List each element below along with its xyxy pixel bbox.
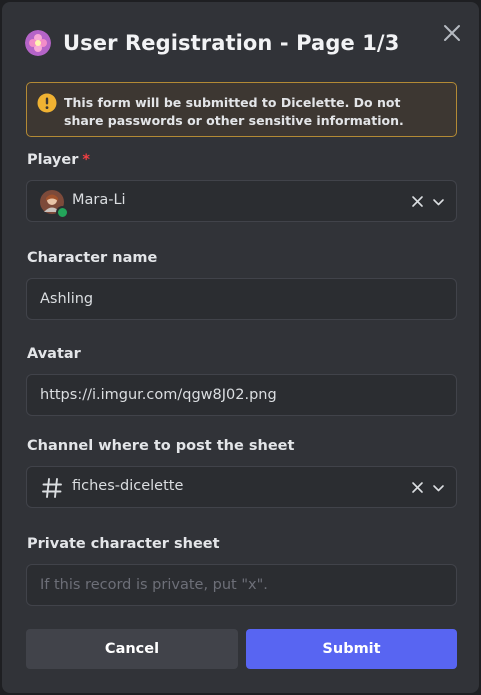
online-status-dot [56, 206, 69, 219]
private-sheet-label: Private character sheet [27, 536, 220, 552]
avatar-url-input[interactable] [27, 375, 456, 415]
private-sheet-field[interactable] [26, 564, 457, 606]
player-select[interactable]: Mara-Li [26, 180, 457, 222]
channel-value: fiches-dicelette [72, 478, 184, 494]
modal-header: User Registration - Page 1/3 [25, 30, 399, 56]
player-label: Player * [27, 152, 90, 168]
character-name-label: Character name [27, 250, 158, 266]
channel-label: Channel where to post the sheet [27, 438, 295, 454]
warning-icon [37, 93, 57, 113]
required-marker: * [82, 152, 90, 168]
warning-banner: This form will be submitted to Dicelette… [26, 82, 457, 137]
submit-button[interactable]: Submit [246, 629, 457, 669]
private-sheet-input[interactable] [27, 565, 456, 605]
hash-icon [42, 478, 62, 498]
flower-app-icon [25, 30, 51, 56]
channel-select[interactable]: fiches-dicelette [26, 466, 457, 508]
player-value: Mara-Li [72, 192, 126, 208]
modal-title: User Registration - Page 1/3 [63, 31, 400, 55]
player-label-text: Player [27, 152, 79, 168]
character-name-field[interactable] [26, 278, 457, 320]
chevron-down-icon[interactable] [432, 482, 445, 494]
cancel-button[interactable]: Cancel [26, 629, 238, 669]
registration-modal: User Registration - Page 1/3 This form w… [2, 2, 479, 693]
close-icon[interactable] [440, 21, 464, 45]
avatar-field[interactable] [26, 374, 457, 416]
clear-selection-icon[interactable] [411, 481, 424, 494]
character-name-input[interactable] [27, 279, 456, 319]
clear-selection-icon[interactable] [411, 195, 424, 208]
avatar-label: Avatar [27, 346, 81, 362]
chevron-down-icon[interactable] [432, 196, 445, 208]
warning-text: This form will be submitted to Dicelette… [64, 95, 404, 128]
